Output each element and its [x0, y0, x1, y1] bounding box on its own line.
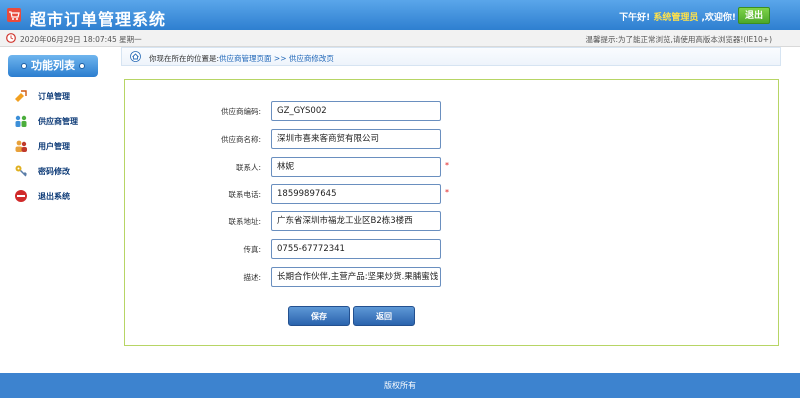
edit-form-frame: 供应商编码: GZ_GYS002 供应商名称: 深圳市喜来客商贸有限公司 联系人…: [124, 79, 779, 346]
key-icon: [15, 165, 28, 177]
field-label: 供应商编码:: [220, 107, 261, 116]
back-button[interactable]: 返回: [353, 306, 415, 326]
required-mark: *: [445, 188, 449, 197]
form-row-description: 描述: 长期合作伙伴,主营产品:坚果炒货.果脯蜜饯: [125, 267, 778, 287]
form-row-address: 联系地址: 广东省深圳市福龙工业区B2栋3楼西: [125, 211, 778, 231]
sidebar: 功能列表 订单管理 供应商管理 用户管理 密码修改 退出系统: [0, 47, 110, 373]
sidebar-item-label: 订单管理: [38, 92, 70, 101]
sidebar-item-label: 退出系统: [38, 192, 70, 201]
breadcrumb-prefix: 你现在所在的位置是:: [149, 54, 220, 63]
browser-notice: 温馨提示:为了能正常浏览,请使用高版本浏览器!(IE10+): [585, 35, 772, 44]
greeting: 下午好! 系统管理员 ,欢迎你!: [619, 10, 736, 23]
order-icon: [15, 90, 27, 102]
form-row-contact: 联系人: 林妮 *: [125, 157, 778, 177]
breadcrumb-current-page: 供应商修改页: [288, 54, 334, 63]
sidebar-item-users[interactable]: 用户管理: [10, 135, 100, 160]
cart-icon: [7, 8, 21, 22]
field-label: 联系人:: [235, 163, 261, 172]
top-header: 超市订单管理系统 下午好! 系统管理员 ,欢迎你! 退出: [0, 0, 800, 30]
breadcrumb: 你现在所在的位置是:供应商管理页面 >> 供应商修改页: [121, 47, 781, 66]
app-title: 超市订单管理系统: [30, 10, 167, 29]
greeting-prefix: 下午好!: [619, 13, 651, 23]
bullet-icon: [21, 63, 27, 69]
sidebar-header: 功能列表: [8, 55, 98, 77]
provider-code-input[interactable]: GZ_GYS002: [271, 101, 441, 121]
sidebar-item-label: 供应商管理: [38, 117, 78, 126]
home-icon: [130, 51, 141, 62]
description-input[interactable]: 长期合作伙伴,主营产品:坚果炒货.果脯蜜饯: [271, 267, 441, 287]
sidebar-item-label: 用户管理: [38, 142, 70, 151]
footer: 版权所有: [0, 373, 800, 398]
field-label: 联系地址:: [228, 217, 261, 226]
sidebar-item-label: 密码修改: [38, 167, 70, 176]
save-button[interactable]: 保存: [288, 306, 350, 326]
field-label: 联系电话:: [228, 190, 261, 199]
sidebar-title: 功能列表: [31, 59, 75, 72]
sidebar-item-password[interactable]: 密码修改: [10, 160, 100, 185]
info-bar: 2020年06月29日 18:07:45 星期一 温馨提示:为了能正常浏览,请使…: [0, 30, 800, 47]
sidebar-item-orders[interactable]: 订单管理: [10, 85, 100, 110]
provider-name-input[interactable]: 深圳市喜来客商贸有限公司: [271, 129, 441, 149]
sidebar-item-exit[interactable]: 退出系统: [10, 185, 100, 210]
clock-icon: [6, 33, 16, 43]
form-row-name: 供应商名称: 深圳市喜来客商贸有限公司: [125, 129, 778, 149]
form-row-code: 供应商编码: GZ_GYS002: [125, 101, 778, 121]
user-role: 系统管理员: [653, 13, 699, 23]
current-datetime: 2020年06月29日 18:07:45 星期一: [20, 35, 142, 44]
breadcrumb-separator: >>: [271, 54, 289, 63]
breadcrumb-text: 你现在所在的位置是:供应商管理页面 >> 供应商修改页: [149, 53, 334, 64]
field-label: 描述:: [243, 273, 261, 282]
field-label: 传真:: [243, 245, 261, 254]
field-label: 供应商名称:: [220, 135, 261, 144]
provider-icon: [15, 115, 27, 127]
required-mark: *: [445, 161, 449, 170]
sidebar-menu: 订单管理 供应商管理 用户管理 密码修改 退出系统: [10, 85, 100, 210]
breadcrumb-link-provider-list[interactable]: 供应商管理页面: [219, 54, 272, 63]
exit-icon: [15, 190, 27, 202]
contact-person-input[interactable]: 林妮: [271, 157, 441, 177]
sidebar-item-providers[interactable]: 供应商管理: [10, 110, 100, 135]
fax-input[interactable]: 0755-67772341: [271, 239, 441, 259]
greeting-suffix: ,欢迎你!: [701, 13, 736, 23]
address-input[interactable]: 广东省深圳市福龙工业区B2栋3楼西: [271, 211, 441, 231]
users-icon: [15, 140, 27, 152]
form-row-phone: 联系电话: 18599897645 *: [125, 184, 778, 204]
bullet-icon: [79, 63, 85, 69]
logout-button[interactable]: 退出: [738, 7, 770, 24]
form-row-fax: 传真: 0755-67772341: [125, 239, 778, 259]
phone-input[interactable]: 18599897645: [271, 184, 441, 204]
